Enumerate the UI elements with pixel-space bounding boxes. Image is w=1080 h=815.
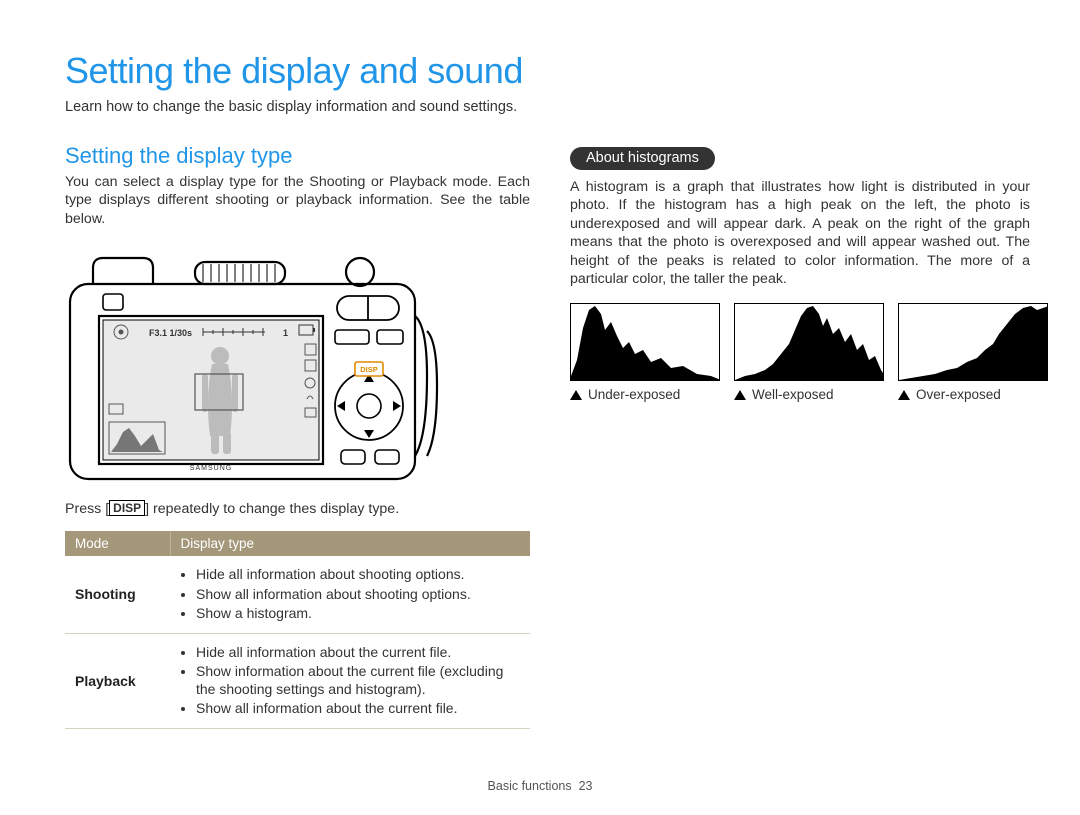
footer-section: Basic functions [488,779,572,793]
table-header: Mode Display type [65,531,530,556]
section-heading-display-type: Setting the display type [65,143,530,169]
list-item: Hide all information about the current f… [196,644,526,662]
list-item: Show information about the current file … [196,663,526,698]
histogram-box [570,303,720,381]
page-title: Setting the display and sound [65,50,1020,92]
histogram-box [734,303,884,381]
histogram-over-icon [899,304,1048,381]
disp-key-label: DISP [109,500,145,516]
camera-svg: F3.1 1/30s 1 [65,246,445,486]
svg-text:F3.1 1/30s: F3.1 1/30s [149,328,192,338]
svg-text:1: 1 [283,328,288,338]
two-column-layout: Setting the display type You can select … [65,143,1020,729]
list-item: Show all information about shooting opti… [196,586,526,604]
list-item: Hide all information about shooting opti… [196,566,526,584]
list-item: Show all information about the current f… [196,700,526,718]
press-suffix: ] repeatedly to change thes display type… [145,501,399,517]
press-prefix: Press [ [65,501,109,517]
table-row: Shooting Hide all information about shoo… [65,556,530,633]
svg-text:SAMSUNG: SAMSUNG [190,465,232,472]
press-instruction: Press [DISP] repeatedly to change thes d… [65,500,530,517]
mode-shooting: Shooting [65,556,170,633]
svg-text:DISP: DISP [360,365,378,374]
triangle-icon [734,390,746,400]
playback-options: Hide all information about the current f… [170,633,530,728]
th-display-type: Display type [170,531,530,556]
histogram-caption: Under-exposed [570,387,720,402]
page-footer: Basic functions 23 [0,779,1080,793]
manual-page: Setting the display and sound Learn how … [0,0,1080,815]
mode-playback: Playback [65,633,170,728]
camera-illustration: F3.1 1/30s 1 [65,246,530,486]
histogram-caption: Well-exposed [734,387,884,402]
table-row: Playback Hide all information about the … [65,633,530,728]
histogram-well-icon [735,304,884,381]
histogram-paragraph: A histogram is a graph that illustrates … [570,178,1030,289]
th-mode: Mode [65,531,170,556]
footer-page-number: 23 [579,779,593,793]
histogram-well-exposed: Well-exposed [734,303,884,402]
histogram-over-exposed: Over-exposed [898,303,1048,402]
triangle-icon [898,390,910,400]
histogram-examples-row: Under-exposed Well-exposed [570,303,1030,402]
histogram-caption: Over-exposed [898,387,1048,402]
left-column: Setting the display type You can select … [65,143,530,729]
triangle-icon [570,390,582,400]
histogram-under-icon [571,304,720,381]
display-type-table: Mode Display type Shooting Hide all info… [65,531,530,729]
page-intro: Learn how to change the basic display in… [65,98,1020,117]
about-histograms-pill: About histograms [570,147,715,170]
histogram-box [898,303,1048,381]
list-item: Show a histogram. [196,605,526,623]
histogram-under-exposed: Under-exposed [570,303,720,402]
right-column: About histograms A histogram is a graph … [570,143,1030,729]
shooting-options: Hide all information about shooting opti… [170,556,530,633]
display-type-paragraph: You can select a display type for the Sh… [65,173,530,228]
